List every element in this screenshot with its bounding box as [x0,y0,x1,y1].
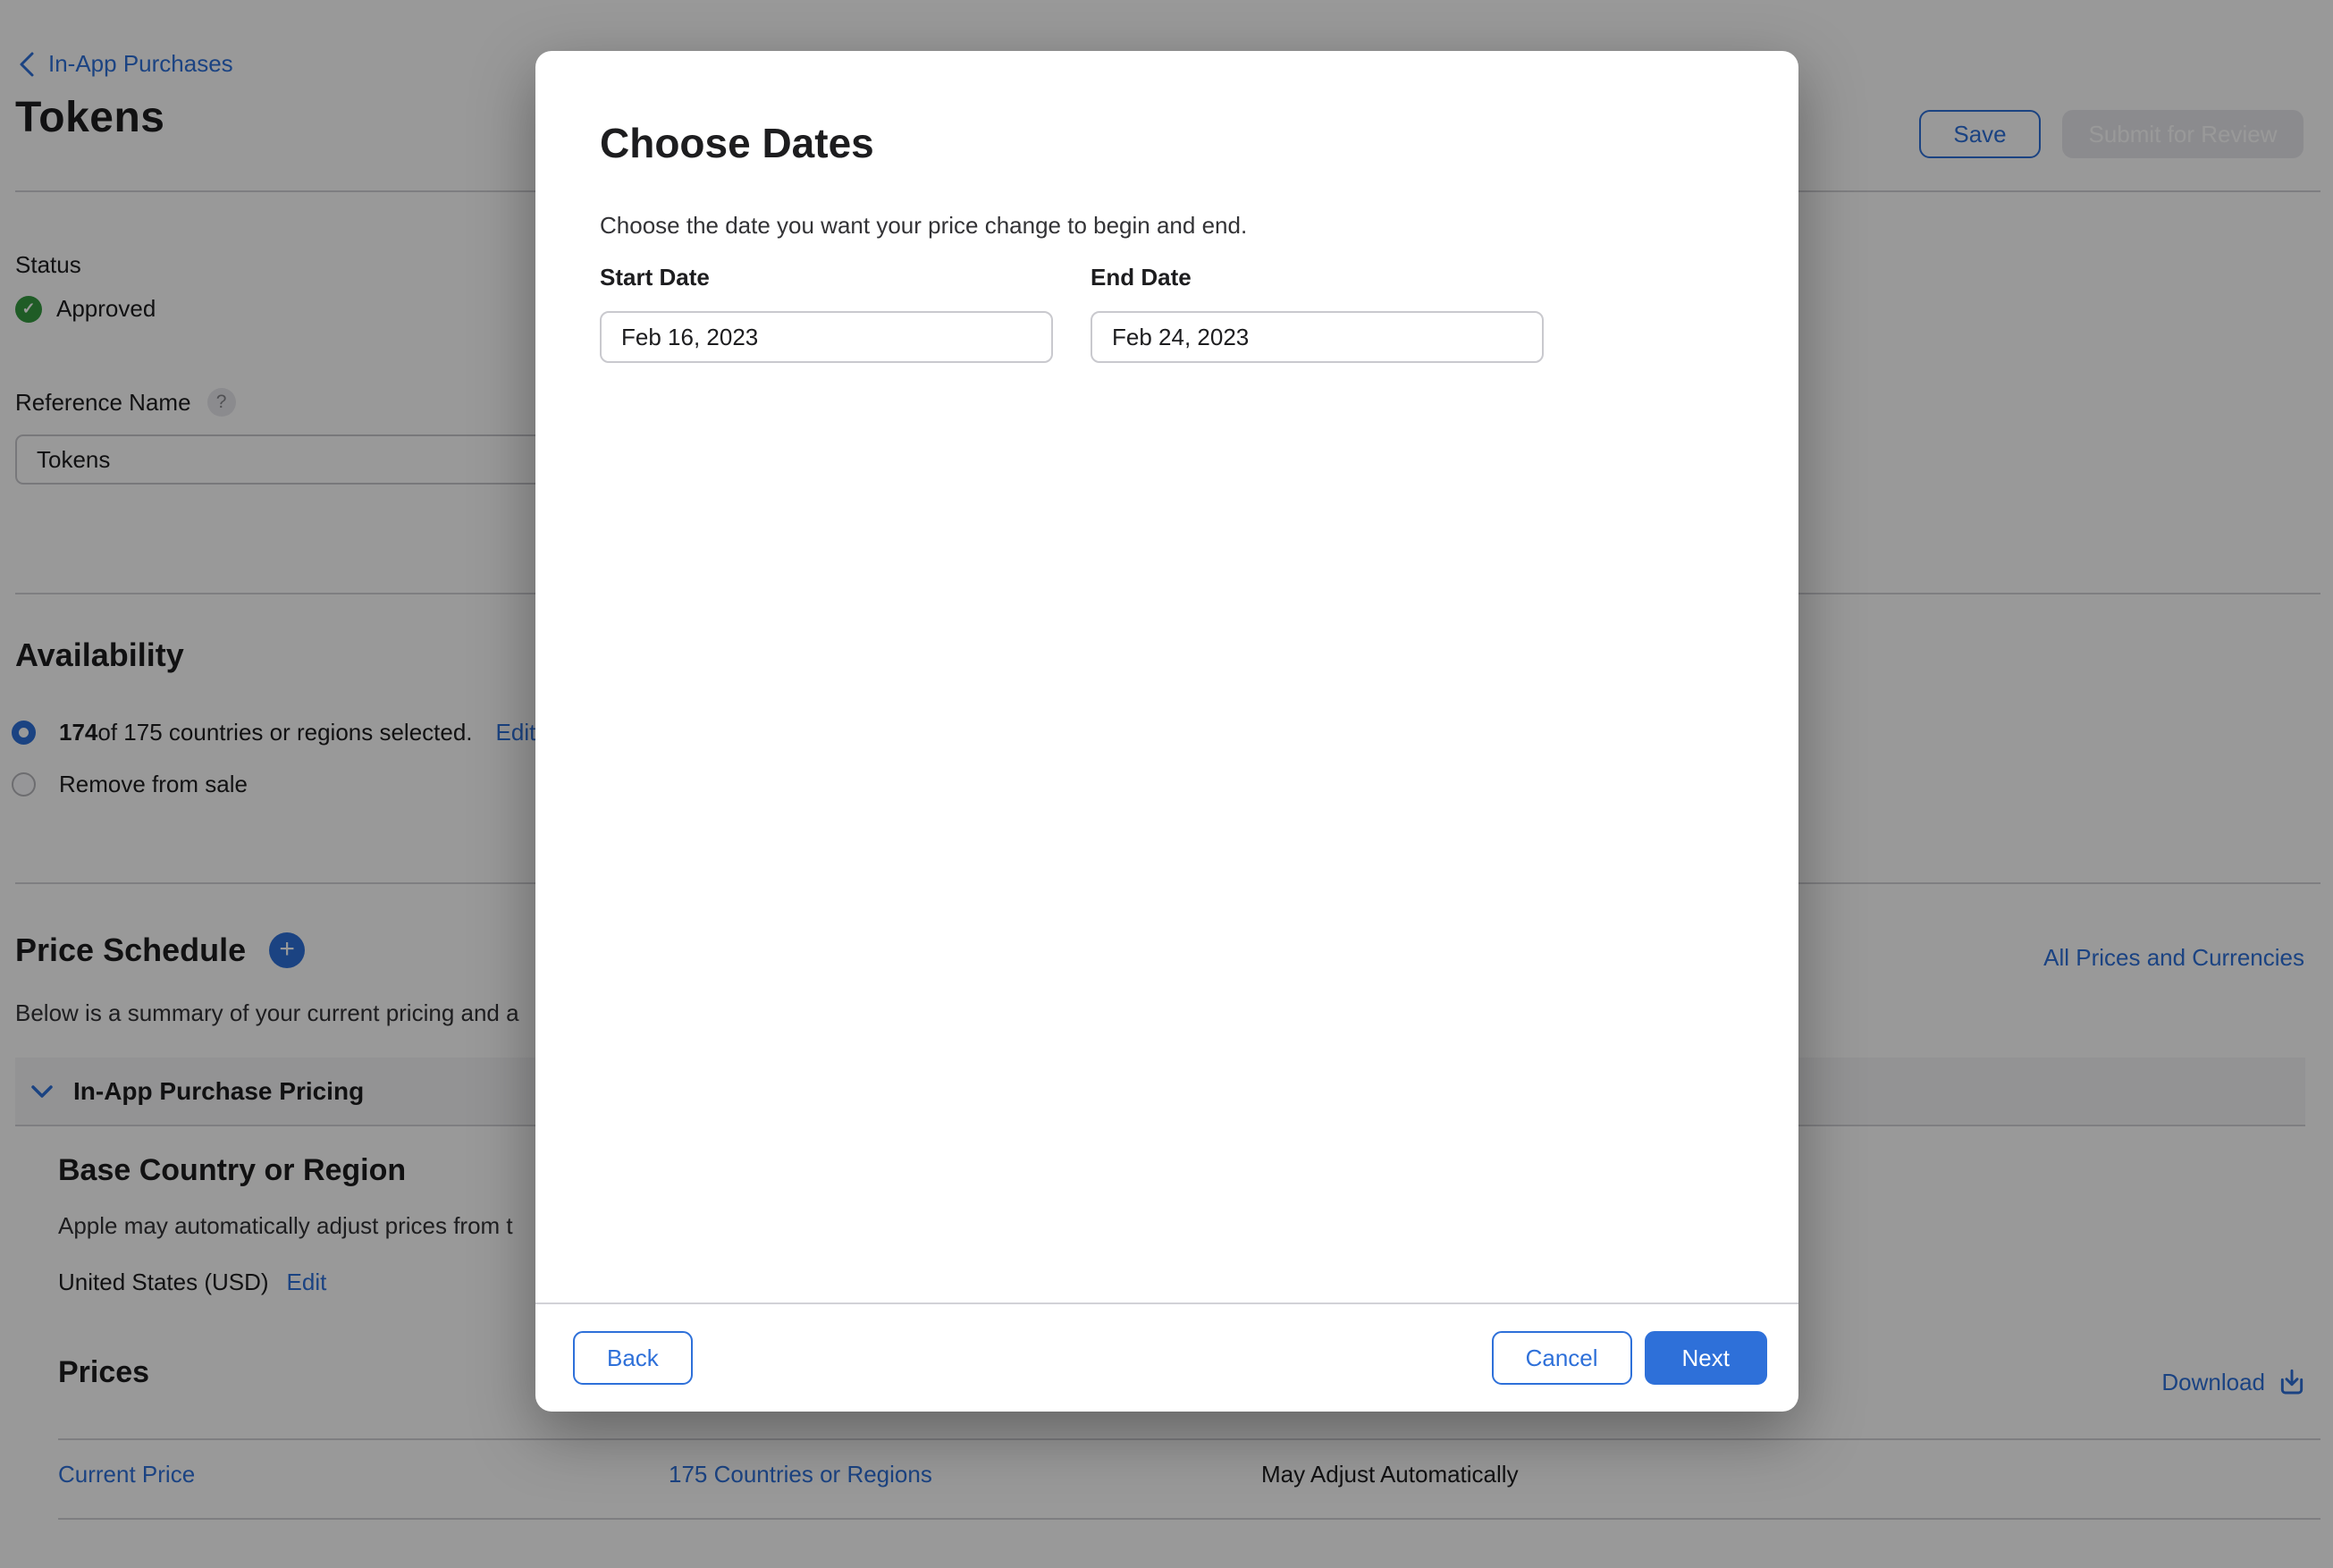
date-fields: Start Date End Date [600,264,1544,363]
cancel-button[interactable]: Cancel [1492,1331,1632,1385]
modal-title: Choose Dates [600,119,874,167]
start-date-field: Start Date [600,264,1053,363]
back-button[interactable]: Back [573,1331,693,1385]
modal-subtitle: Choose the date you want your price chan… [600,212,1247,240]
end-date-label: End Date [1091,264,1544,291]
start-date-label: Start Date [600,264,1053,291]
choose-dates-modal: Choose Dates Choose the date you want yo… [535,51,1798,1412]
end-date-input[interactable] [1091,311,1544,363]
next-button[interactable]: Next [1645,1331,1767,1385]
modal-footer: Back Cancel Next [535,1302,1798,1412]
end-date-field: End Date [1091,264,1544,363]
start-date-input[interactable] [600,311,1053,363]
app-store-connect-page: In-App Purchases Tokens Save Submit for … [0,0,2333,1568]
